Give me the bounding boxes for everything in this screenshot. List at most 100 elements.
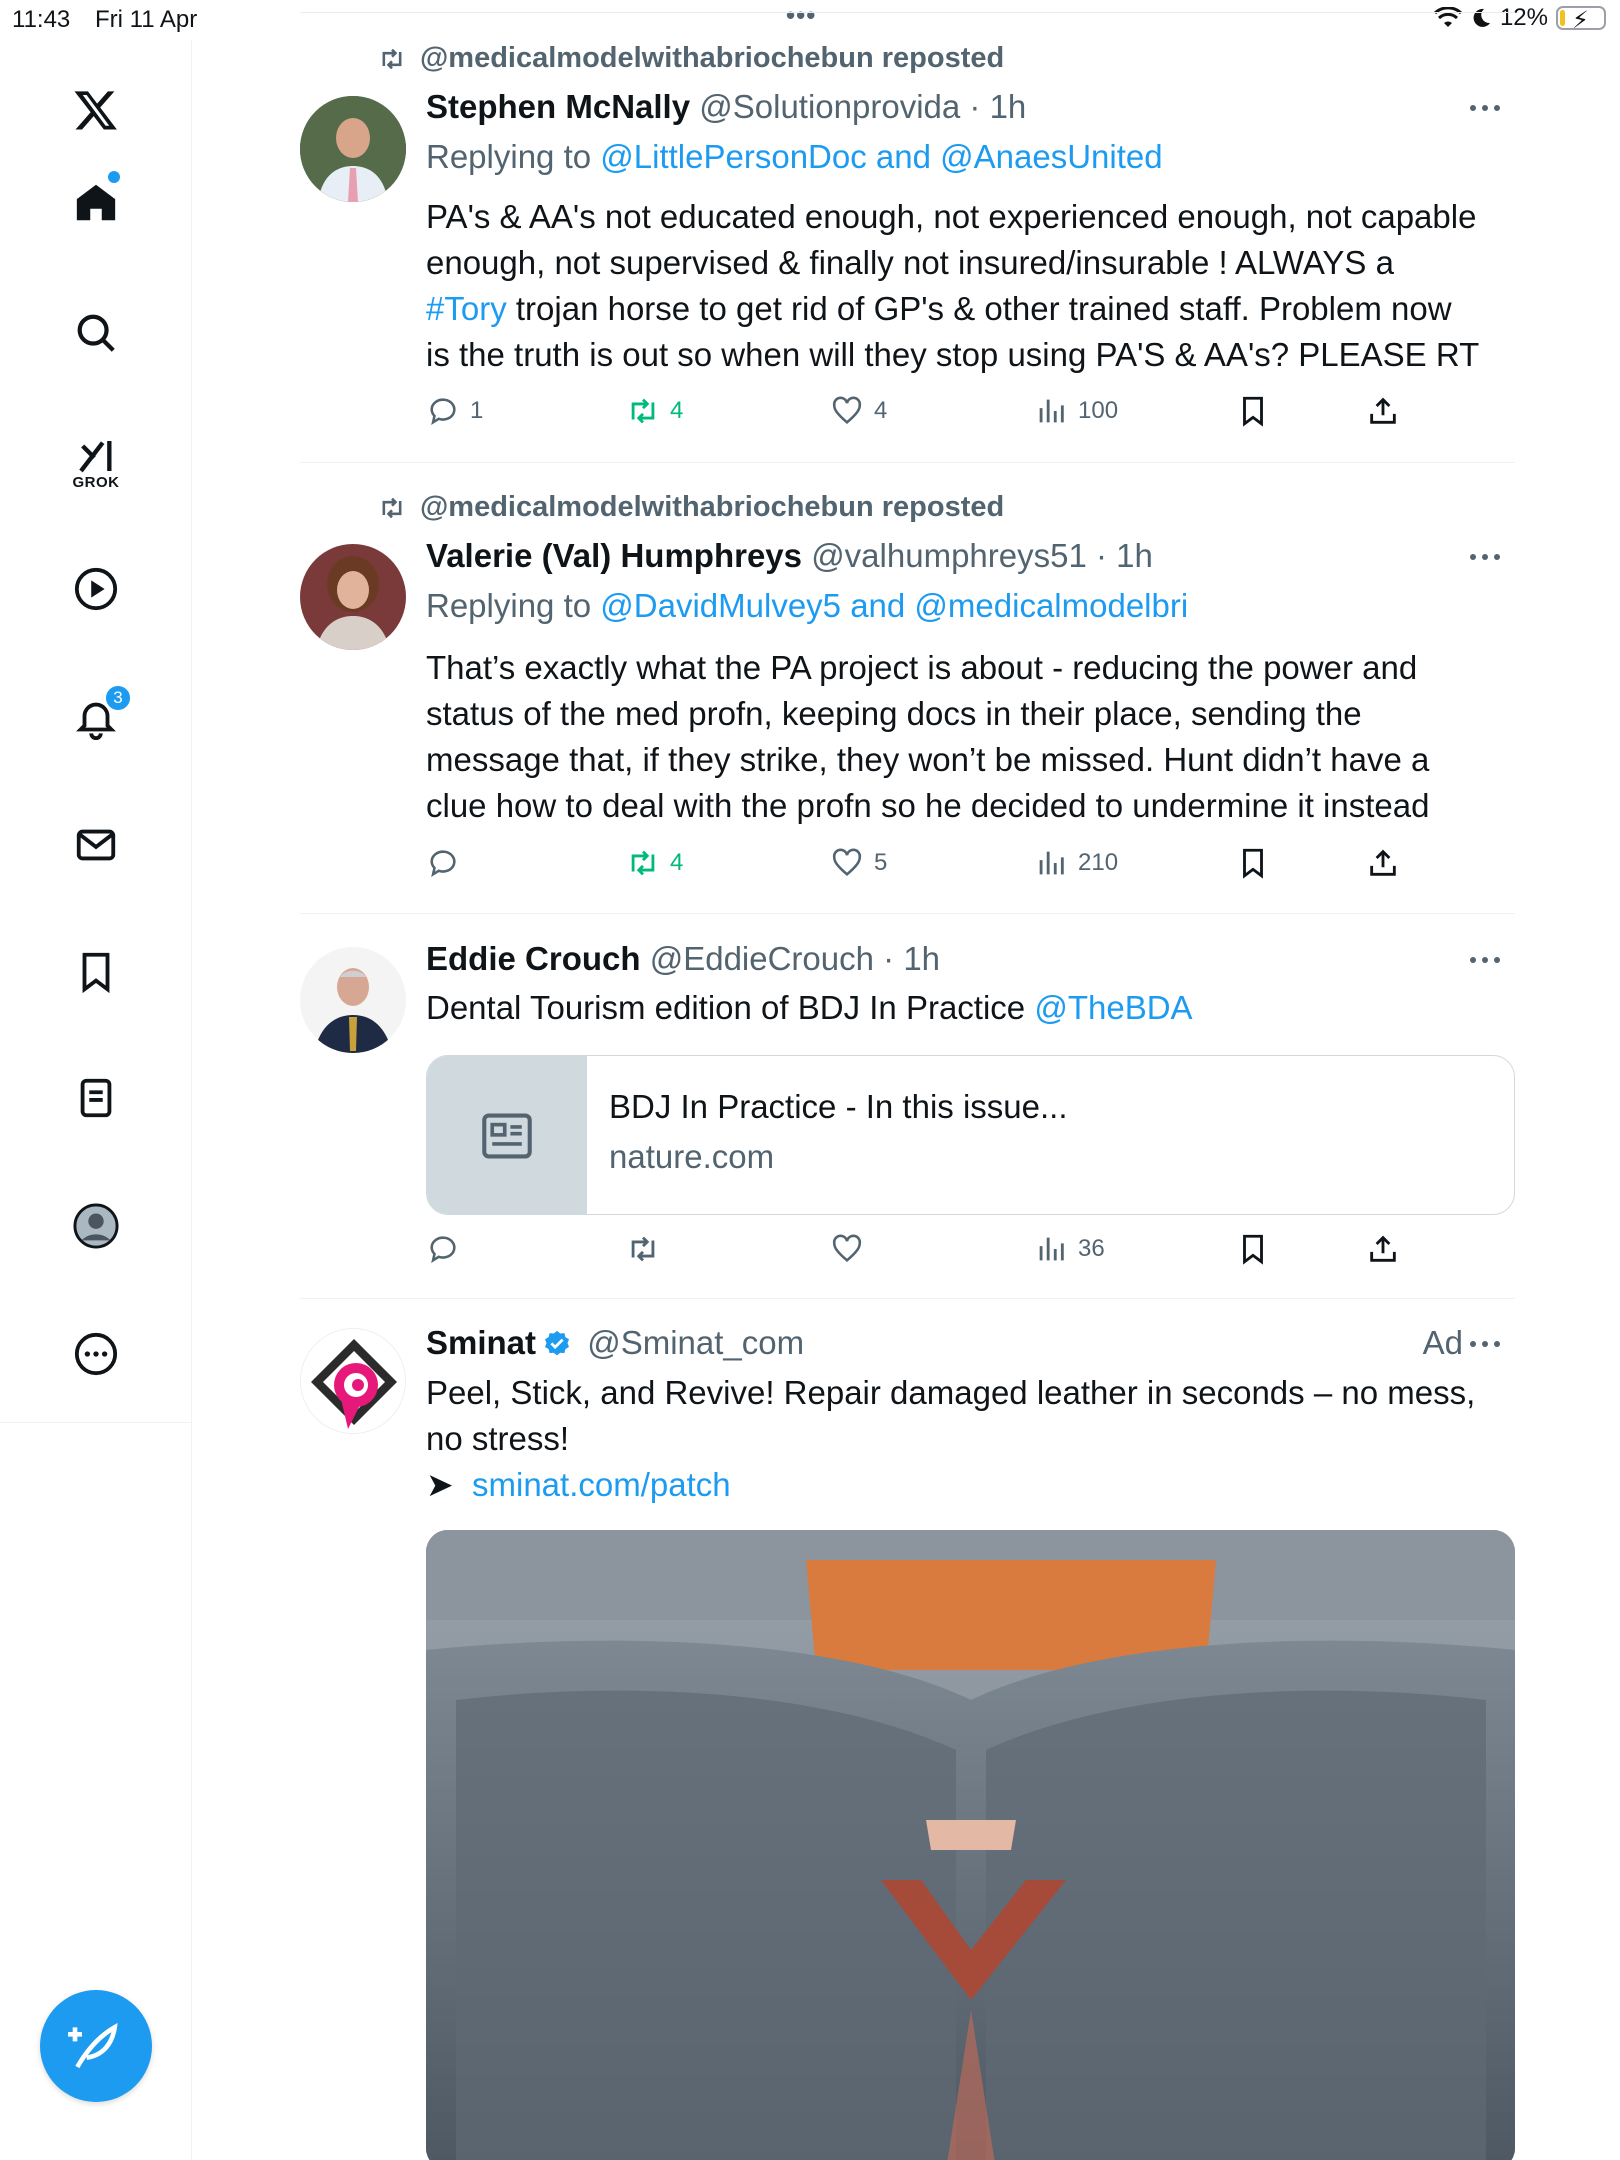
nav-notifications[interactable]: 3 — [56, 678, 136, 758]
share-icon — [1370, 397, 1396, 424]
more-circle-icon — [74, 1332, 118, 1376]
tweet-more-button[interactable] — [1465, 537, 1505, 577]
repost-icon — [631, 850, 655, 876]
tweet-time[interactable]: · 1h — [969, 88, 1026, 125]
replying-prefix: Replying to — [426, 587, 592, 624]
like-button[interactable] — [830, 1232, 864, 1266]
reply-button[interactable]: 1 — [426, 394, 483, 428]
hashtag-link[interactable]: #Tory — [426, 290, 507, 327]
nav-lists[interactable] — [56, 1058, 136, 1138]
tweet-more-button[interactable] — [1465, 1324, 1505, 1364]
reply-icon — [430, 850, 456, 878]
bookmark-icon — [82, 952, 110, 994]
ad-link[interactable]: sminat.com/patch — [472, 1466, 731, 1503]
top-divider — [300, 12, 1515, 13]
more-dots-icon — [1470, 1341, 1500, 1347]
tweet-text-line: status of the med profn, keeping docs in… — [426, 695, 1362, 732]
tweet-text-line: trojan horse to get rid of GP's & other … — [515, 290, 1452, 327]
like-count: 5 — [874, 849, 888, 876]
search-icon — [77, 314, 115, 352]
repost-icon — [382, 497, 402, 518]
like-button[interactable]: 5 — [830, 846, 887, 880]
tweet-divider — [300, 1298, 1515, 1299]
avatar[interactable] — [300, 544, 406, 650]
author-name[interactable]: Eddie Crouch — [426, 940, 641, 977]
reply-count: 1 — [470, 397, 484, 424]
tweet-more-button[interactable] — [1465, 940, 1505, 980]
nav-home[interactable] — [56, 163, 136, 243]
nav-bookmarks[interactable] — [56, 932, 136, 1012]
list-icon — [80, 1078, 112, 1118]
status-date: Fri 11 Apr — [95, 6, 198, 33]
views-chart-icon — [1039, 1237, 1064, 1261]
nav-grok[interactable]: GROK — [56, 423, 136, 503]
share-button[interactable] — [1366, 1232, 1400, 1266]
author-name[interactable]: Valerie (Val) Humphreys — [426, 537, 802, 574]
repost-count: 4 — [670, 397, 684, 424]
grok-icon — [79, 440, 112, 472]
home-new-dot — [108, 171, 120, 183]
author-name[interactable]: Stephen McNally — [426, 88, 690, 125]
repost-icon — [631, 1236, 655, 1262]
heart-icon — [832, 396, 862, 425]
share-button[interactable] — [1366, 846, 1400, 880]
nav-profile[interactable] — [56, 1186, 136, 1266]
x-logo-icon[interactable] — [56, 70, 136, 150]
nav-search[interactable] — [56, 293, 136, 373]
compose-button[interactable] — [40, 1990, 152, 2102]
tweet-time[interactable]: · 1h — [1096, 537, 1153, 574]
mention-link[interactable]: @TheBDA — [1034, 989, 1192, 1026]
ad-label: Ad — [1422, 1324, 1463, 1361]
bookmark-icon — [1243, 848, 1263, 879]
share-icon — [1370, 1235, 1396, 1262]
reply-button[interactable] — [426, 846, 460, 880]
bookmark-button[interactable] — [1236, 1232, 1270, 1266]
author-name[interactable]: Sminat — [426, 1324, 536, 1361]
repost-button[interactable]: 4 — [626, 394, 683, 428]
author-handle[interactable]: @EddieCrouch — [650, 940, 874, 977]
link-preview-card[interactable]: BDJ In Practice - In this issue... natur… — [426, 1055, 1515, 1215]
replying-mentions[interactable]: @DavidMulvey5 and @medicalmodelbri — [600, 587, 1188, 624]
heart-icon — [832, 1234, 862, 1263]
tweet-text-line: message that, if they strike, they won’t… — [426, 741, 1430, 778]
avatar[interactable] — [300, 96, 406, 202]
arrow-glyph: ➤ — [426, 1466, 454, 1503]
nav-videos[interactable] — [56, 549, 136, 629]
author-handle[interactable]: @Sminat_com — [587, 1324, 804, 1361]
repost-button[interactable]: 4 — [626, 846, 683, 880]
avatar[interactable] — [300, 947, 406, 1053]
tweet-text: PA's & AA's not educated enough, not exp… — [426, 194, 1515, 378]
verified-badge-icon — [545, 1330, 570, 1356]
repost-icon — [382, 48, 402, 69]
ad-video-thumbnail[interactable] — [426, 1530, 1515, 2160]
reply-button[interactable] — [426, 1232, 460, 1266]
tweet-time[interactable]: · 1h — [883, 940, 940, 977]
tweet-actions: 36 — [426, 1232, 1406, 1272]
repost-indicator: @medicalmodelwithabriochebun reposted — [376, 491, 1004, 524]
tweet-text-line: clue how to deal with the profn so he de… — [426, 787, 1430, 824]
author-handle[interactable]: @valhumphreys51 — [811, 537, 1087, 574]
repost-button[interactable] — [626, 1232, 660, 1266]
tweet-more-button[interactable] — [1465, 88, 1505, 128]
bookmark-icon — [1243, 1234, 1263, 1265]
views-button[interactable]: 36 — [1034, 1232, 1105, 1266]
battery-icon: ⚡ — [1556, 6, 1606, 34]
like-button[interactable]: 4 — [830, 394, 887, 428]
more-dots-icon — [1470, 957, 1500, 963]
replying-mentions[interactable]: @LittlePersonDoc and @AnaesUnited — [600, 138, 1162, 175]
bookmark-button[interactable] — [1236, 846, 1270, 880]
views-button[interactable]: 210 — [1034, 846, 1118, 880]
bookmark-button[interactable] — [1236, 394, 1270, 428]
views-button[interactable]: 100 — [1034, 394, 1118, 428]
share-button[interactable] — [1366, 394, 1400, 428]
nav-more[interactable] — [56, 1314, 136, 1394]
tweet-text-line: enough, not supervised & finally not ins… — [426, 244, 1394, 281]
avatar[interactable] — [300, 1328, 406, 1434]
bookmark-icon — [1243, 396, 1263, 427]
author-handle[interactable]: @Solutionprovida — [699, 88, 960, 125]
tweet-text: That’s exactly what the PA project is ab… — [426, 645, 1515, 829]
nav-messages[interactable] — [56, 805, 136, 885]
tweet-text: Peel, Stick, and Revive! Repair damaged … — [426, 1370, 1515, 1508]
tweet-text-line: is the truth is out so when will they st… — [426, 336, 1480, 373]
repost-by: @medicalmodelwithabriochebun reposted — [420, 42, 1005, 74]
